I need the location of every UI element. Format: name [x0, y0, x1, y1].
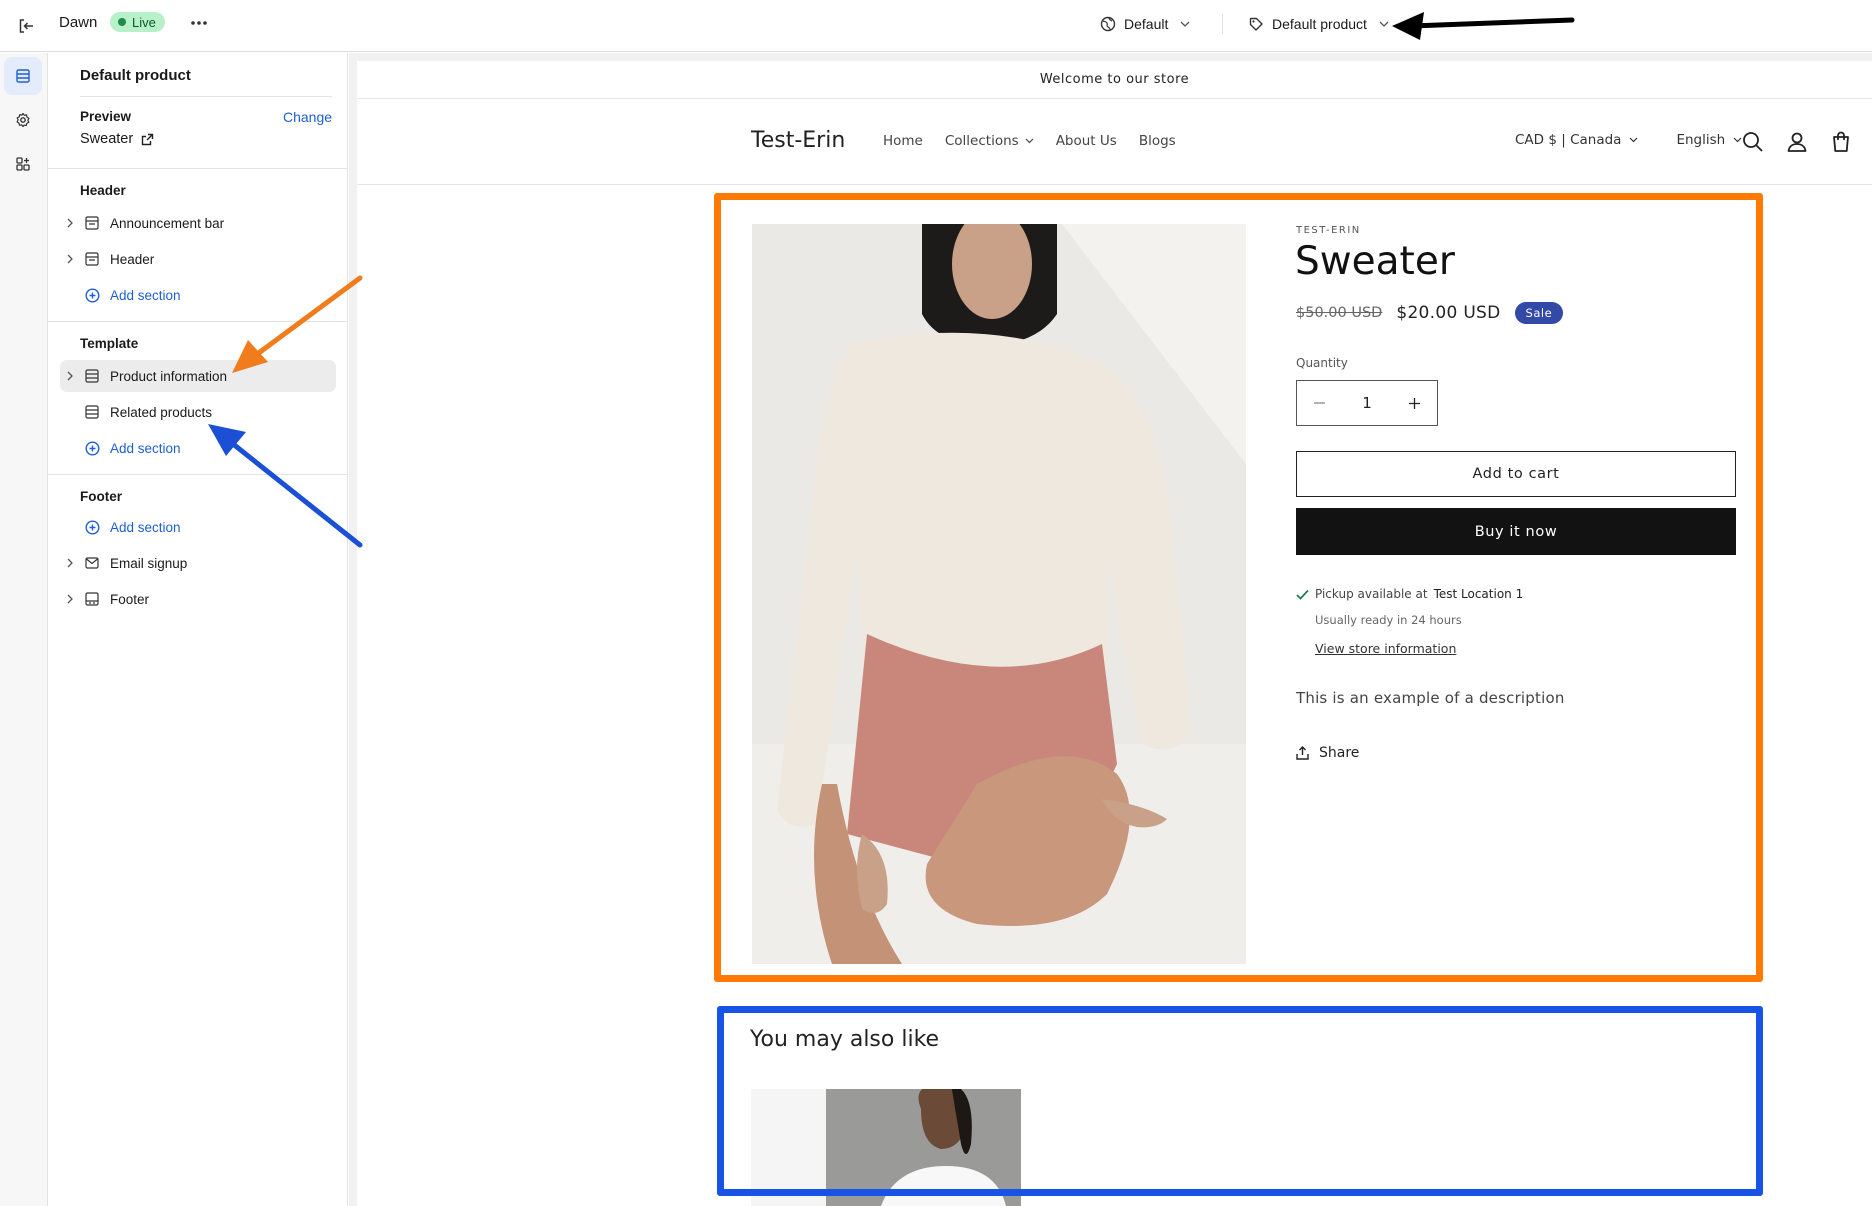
country-selector[interactable]: CAD $ | Canada [1515, 132, 1638, 148]
section-row-label: Announcement bar [110, 215, 225, 231]
add-section-label: Add section [110, 440, 181, 456]
editor-rail [0, 53, 48, 1206]
template-selector-label: Default product [1272, 16, 1367, 32]
section-row-footer[interactable]: Footer [60, 583, 336, 615]
add-circle-icon [84, 287, 100, 303]
external-link-icon [142, 133, 154, 145]
settings-icon [16, 112, 30, 128]
chevron-down-icon [1379, 21, 1389, 27]
editor-topbar: Dawn Live Default Default product [0, 0, 1872, 52]
section-row-label: Email signup [110, 555, 188, 571]
section-row-label: Footer [110, 591, 150, 607]
theme-name: Dawn [59, 14, 98, 31]
header-section-icon [85, 216, 99, 230]
store-account-button[interactable] [1785, 130, 1809, 154]
group-label-header: Header [80, 183, 126, 198]
store-cart-button[interactable] [1829, 130, 1853, 154]
section-row-announcement-bar[interactable]: Announcement bar [60, 207, 336, 239]
highlight-related-products [717, 1006, 1763, 1196]
header-localization: CAD $ | Canada English [1515, 132, 1742, 148]
preview-label: Preview [80, 109, 132, 124]
section-row-related-products[interactable]: Related products [60, 396, 336, 428]
group-label-template: Template [80, 336, 139, 351]
default-selector-label: Default [1124, 16, 1169, 32]
search-icon [1743, 132, 1763, 152]
chevron-down-icon [1180, 21, 1190, 27]
preview-product-name: Sweater [80, 131, 134, 147]
chevron-right-icon[interactable] [67, 594, 73, 604]
nav-about-us[interactable]: About Us [1056, 133, 1117, 149]
apps-icon [16, 157, 30, 171]
tag-icon [1249, 17, 1263, 31]
add-section-label: Add section [110, 519, 181, 535]
more-icon [191, 21, 207, 25]
country-selector-label: CAD $ | Canada [1515, 132, 1622, 148]
chevron-right-icon[interactable] [67, 218, 73, 228]
more-actions-button[interactable] [188, 12, 210, 34]
announcement-bar[interactable]: Welcome to our store [357, 61, 1872, 99]
store-logo[interactable]: Test-Erin [751, 128, 845, 153]
account-icon [1787, 132, 1807, 152]
chevron-right-icon[interactable] [67, 371, 73, 381]
live-dot-icon [118, 18, 126, 26]
highlight-product-information [714, 193, 1763, 982]
language-selector-label: English [1676, 132, 1726, 148]
section-row-header[interactable]: Header [60, 243, 336, 275]
panel-divider [80, 96, 332, 97]
add-section-header[interactable]: Add section [60, 279, 336, 311]
sections-panel: Default product Preview Change Sweater H… [48, 53, 348, 1206]
add-circle-icon [84, 440, 100, 456]
preview-change-link[interactable]: Change [283, 109, 332, 125]
store-search-button[interactable] [1741, 130, 1765, 154]
section-row-product-information[interactable]: Product information [60, 360, 336, 392]
template-section-icon [85, 405, 99, 419]
section-row-email-signup[interactable]: Email signup [60, 547, 336, 579]
nav-home[interactable]: Home [883, 133, 923, 149]
panel-divider [48, 474, 348, 475]
section-row-label: Related products [110, 404, 213, 420]
add-section-footer[interactable]: Add section [60, 511, 336, 543]
nav-collections-label: Collections [944, 133, 1019, 149]
rail-apps-button[interactable] [4, 145, 42, 183]
panel-divider [48, 168, 348, 169]
add-circle-icon [84, 519, 100, 535]
panel-title: Default product [80, 67, 191, 84]
store-nav: Home Collections About Us Blogs [883, 133, 1176, 149]
live-label: Live [132, 14, 156, 30]
rail-sections-button[interactable] [4, 57, 42, 95]
chevron-right-icon[interactable] [67, 558, 73, 568]
footer-section-icon [85, 592, 99, 606]
email-icon [85, 557, 99, 569]
template-section-icon [85, 369, 99, 383]
add-section-template[interactable]: Add section [60, 432, 336, 464]
nav-blogs[interactable]: Blogs [1139, 133, 1176, 149]
exit-button[interactable] [12, 12, 40, 40]
panel-divider [48, 321, 348, 322]
globe-icon [1100, 16, 1116, 32]
add-section-label: Add section [110, 287, 181, 303]
live-badge: Live [110, 12, 165, 32]
section-row-label: Product information [110, 368, 228, 384]
chevron-down-icon [1630, 137, 1638, 143]
topbar-divider [1222, 14, 1223, 34]
default-selector[interactable]: Default [1100, 11, 1190, 37]
nav-collections[interactable]: Collections [945, 133, 1034, 149]
header-section-icon [85, 252, 99, 266]
chevron-down-icon [1025, 138, 1034, 144]
chevron-right-icon[interactable] [67, 254, 73, 264]
language-selector[interactable]: English [1676, 132, 1742, 148]
rail-settings-button[interactable] [4, 101, 42, 139]
section-row-label: Header [110, 251, 155, 267]
preview-product[interactable]: Sweater [80, 131, 154, 147]
exit-icon [19, 19, 33, 33]
cart-icon [1833, 131, 1849, 152]
template-selector[interactable]: Default product [1248, 11, 1389, 37]
group-label-footer: Footer [80, 489, 122, 504]
store-header: Test-Erin Home Collections About Us Blog… [357, 99, 1872, 185]
sections-icon [16, 69, 30, 83]
